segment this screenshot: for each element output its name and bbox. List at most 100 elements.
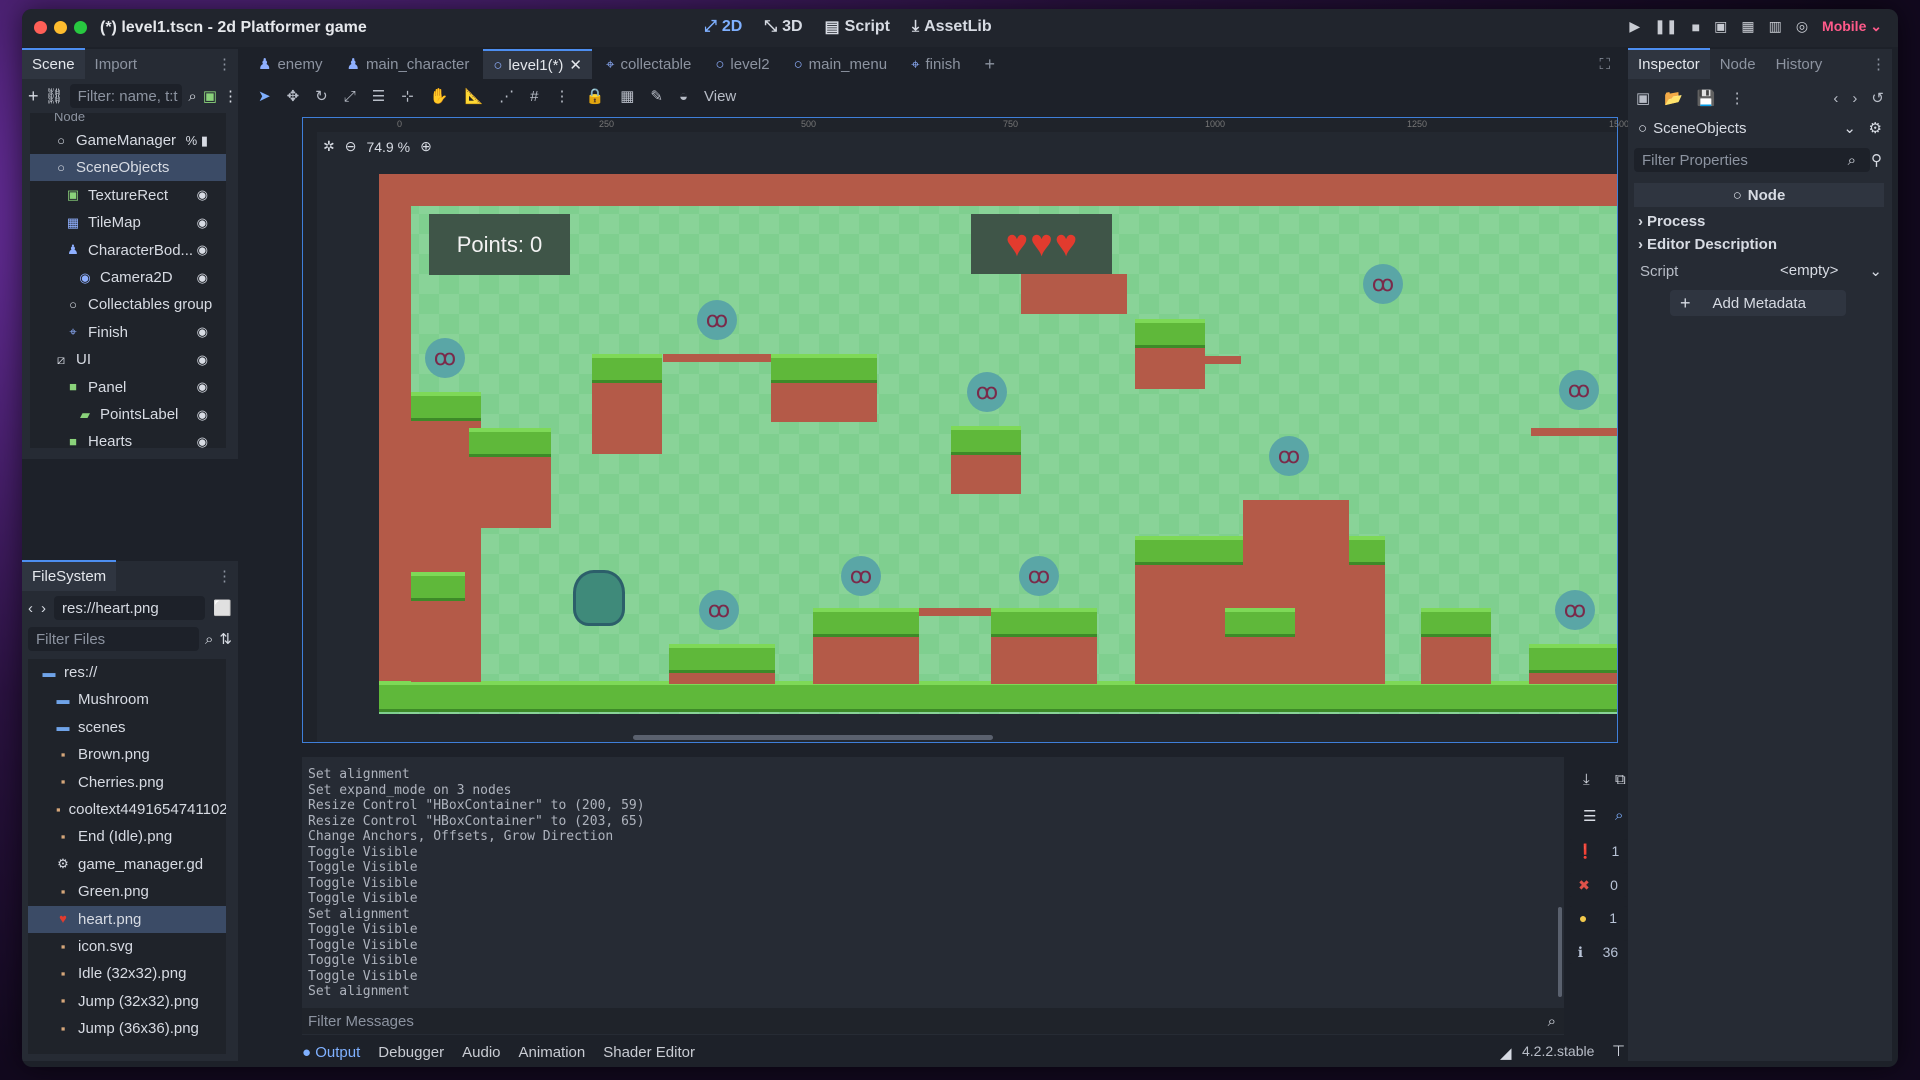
scene-tab[interactable]: ○ main_menu bbox=[784, 49, 897, 79]
zoom-out-icon[interactable]: ⊖ bbox=[345, 138, 357, 155]
file-tree-item[interactable]: ▪ cooltext449165474110218.... bbox=[28, 796, 226, 823]
back-icon[interactable]: ‹ bbox=[28, 600, 33, 617]
copy-icon[interactable]: ⧉ bbox=[1615, 771, 1626, 788]
play-scene-icon[interactable]: ▦ bbox=[1741, 18, 1754, 35]
tab-filesystem[interactable]: FileSystem bbox=[22, 560, 117, 591]
visibility-eye-icon[interactable]: ◉ bbox=[197, 434, 208, 448]
pan-mode-icon[interactable]: ✋ bbox=[430, 87, 449, 105]
movie-maker-icon[interactable]: ◎ bbox=[1796, 18, 1808, 35]
attach-script-icon[interactable]: ▣ bbox=[203, 87, 217, 105]
warnings-count-toggle[interactable]: ● 1 bbox=[1568, 906, 1628, 930]
script-value-picker[interactable]: <empty> ⌄ bbox=[1780, 262, 1882, 280]
scene-tree-item[interactable]: ▦ TileMap ◉ bbox=[30, 209, 226, 236]
distraction-free-icon[interactable]: ⛶ bbox=[1599, 56, 1618, 73]
play-custom-scene-icon[interactable]: ▥ bbox=[1769, 18, 1782, 35]
rotate-mode-icon[interactable]: ↻ bbox=[315, 87, 328, 105]
link-icon[interactable]: ⛓ bbox=[45, 87, 64, 105]
tab-import[interactable]: Import bbox=[85, 50, 148, 79]
editor-description-group[interactable]: › Editor Description bbox=[1628, 233, 1892, 255]
canvas-viewport[interactable]: 0 250 500 750 1000 1250 1500 ✲ ⊖ 74.9 % … bbox=[302, 117, 1629, 743]
dock-menu-icon[interactable]: ⋮ bbox=[211, 49, 238, 79]
file-tree-item[interactable]: ⚙ game_manager.gd bbox=[28, 851, 226, 878]
select-mode-icon[interactable]: ➤ bbox=[258, 87, 271, 105]
scene-tab[interactable]: ⌖ finish bbox=[901, 49, 970, 79]
lock-icon[interactable]: 🔒 bbox=[586, 87, 605, 105]
visibility-eye-icon[interactable]: ◉ bbox=[197, 270, 208, 286]
dock-menu-icon[interactable]: ⋮ bbox=[1865, 49, 1892, 79]
open-resource-icon[interactable]: 📂 bbox=[1664, 89, 1683, 107]
move-mode-icon[interactable]: ✥ bbox=[287, 87, 300, 105]
path-field[interactable]: res://heart.png bbox=[54, 596, 206, 620]
visibility-eye-icon[interactable]: ◉ bbox=[197, 407, 208, 423]
history-icon[interactable]: ↺ bbox=[1871, 89, 1884, 107]
visibility-eye-icon[interactable]: ◉ bbox=[197, 379, 208, 395]
tab-scene[interactable]: Scene bbox=[22, 48, 85, 79]
scene-tree-item[interactable]: ○ GameManager % ▮ bbox=[30, 127, 226, 154]
clear-icon[interactable]: ☰ bbox=[1583, 807, 1596, 825]
maximize-window-button[interactable] bbox=[74, 21, 87, 34]
scene-tree-item[interactable]: ⧄ UI ◉ bbox=[30, 346, 226, 373]
tab-animation[interactable]: Animation bbox=[519, 1044, 586, 1061]
file-tree-item[interactable]: ♥ heart.png bbox=[28, 905, 226, 933]
center-view-icon[interactable]: ✲ bbox=[323, 138, 335, 155]
process-group[interactable]: › Process bbox=[1628, 210, 1892, 232]
filter-messages-input[interactable]: Filter Messages bbox=[308, 1013, 1548, 1030]
scene-tree-item[interactable]: ○ Collectables group bbox=[30, 291, 226, 318]
file-tree-item[interactable]: ▬ Mushroom bbox=[28, 686, 226, 713]
list-select-icon[interactable]: ☰ bbox=[372, 87, 385, 105]
file-tree-item[interactable]: ▪ Idle (32x32).png bbox=[28, 960, 226, 987]
tab-output[interactable]: ● Output bbox=[302, 1044, 360, 1061]
pivot-icon[interactable]: ⊹ bbox=[401, 87, 414, 105]
add-scene-tab-icon[interactable]: + bbox=[975, 54, 1006, 75]
ruler-mode-icon[interactable]: 📐 bbox=[464, 87, 483, 105]
minimize-window-button[interactable] bbox=[54, 21, 67, 34]
group-icon[interactable]: ▦ bbox=[620, 87, 634, 105]
pin-panel-icon[interactable]: ⊤ bbox=[1612, 1042, 1625, 1060]
mode-assetlib-button[interactable]: ⤓ AssetLib bbox=[912, 17, 992, 37]
renderer-select[interactable]: Mobile ⌄ bbox=[1822, 18, 1882, 35]
scene-tree-item[interactable]: ◉ Camera2D ◉ bbox=[30, 264, 226, 291]
resource-menu-icon[interactable]: ⋮ bbox=[1730, 89, 1745, 107]
remote-debug-icon[interactable]: ▣ bbox=[1714, 18, 1727, 35]
search-toggle-icon[interactable]: ⌕ bbox=[1615, 807, 1623, 824]
node-settings-icon[interactable]: ⚙ bbox=[1869, 119, 1882, 137]
smart-snap-icon[interactable]: ⋰ bbox=[499, 87, 514, 105]
scene-tab[interactable]: ♟ main_character bbox=[336, 49, 479, 79]
file-tree-item[interactable]: ▬ res:// bbox=[28, 659, 226, 686]
filter-properties-input[interactable]: Filter Properties bbox=[1634, 148, 1870, 172]
file-tree-item[interactable]: ▬ scenes bbox=[28, 714, 226, 741]
output-scrollbar[interactable] bbox=[1558, 907, 1562, 997]
tab-shader-editor[interactable]: Shader Editor bbox=[603, 1044, 695, 1061]
errors-count-toggle[interactable]: ✖ 0 bbox=[1568, 873, 1628, 897]
pause-icon[interactable]: ❚❚ bbox=[1654, 18, 1677, 35]
file-tree-item[interactable]: ▪ Brown.png bbox=[28, 741, 226, 768]
view-menu[interactable]: View bbox=[704, 88, 736, 105]
close-window-button[interactable] bbox=[34, 21, 47, 34]
forward-icon[interactable]: › bbox=[41, 600, 46, 617]
add-metadata-button[interactable]: + Add Metadata bbox=[1670, 290, 1846, 316]
scene-tree-item[interactable]: ▣ TextureRect ◉ bbox=[30, 182, 226, 209]
scroll-lock-icon[interactable]: ⤓ bbox=[1583, 771, 1590, 788]
tab-audio[interactable]: Audio bbox=[462, 1044, 500, 1061]
back-icon[interactable]: ‹ bbox=[1833, 90, 1838, 107]
file-tree-item[interactable]: ▪ Jump (36x36).png bbox=[28, 1015, 226, 1042]
scene-tab[interactable]: ○ level1(*) ✕ bbox=[483, 49, 592, 79]
scene-tree-item[interactable]: ▰ PointsLabel ◉ bbox=[30, 401, 226, 428]
messages-count-toggle[interactable]: ❗ 1 bbox=[1568, 839, 1628, 863]
property-options-icon[interactable]: ⚲ bbox=[1871, 151, 1882, 169]
tab-history[interactable]: History bbox=[1766, 50, 1833, 79]
tab-inspector[interactable]: Inspector bbox=[1628, 48, 1710, 79]
info-count-toggle[interactable]: ℹ 36 bbox=[1568, 940, 1628, 964]
scene-tree-item[interactable]: ■ Panel ◉ bbox=[30, 374, 226, 401]
scale-mode-icon[interactable]: ⤢ bbox=[344, 88, 356, 105]
add-node-icon[interactable]: + bbox=[28, 86, 39, 107]
scene-tab[interactable]: ⌖ collectable bbox=[596, 49, 701, 79]
scene-tree-item[interactable]: ○ SceneObjects bbox=[30, 154, 226, 182]
visibility-eye-icon[interactable]: ◉ bbox=[197, 215, 208, 231]
file-tree-item[interactable]: ▪ icon.svg bbox=[28, 933, 226, 960]
scene-tab[interactable]: ○ level2 bbox=[705, 49, 779, 79]
file-tree-item[interactable]: ▪ End (Idle).png bbox=[28, 823, 226, 850]
visibility-eye-icon[interactable]: ◉ bbox=[197, 187, 208, 203]
tab-debugger[interactable]: Debugger bbox=[378, 1044, 444, 1061]
mode-2d-button[interactable]: ⤢ 2D bbox=[704, 17, 742, 37]
